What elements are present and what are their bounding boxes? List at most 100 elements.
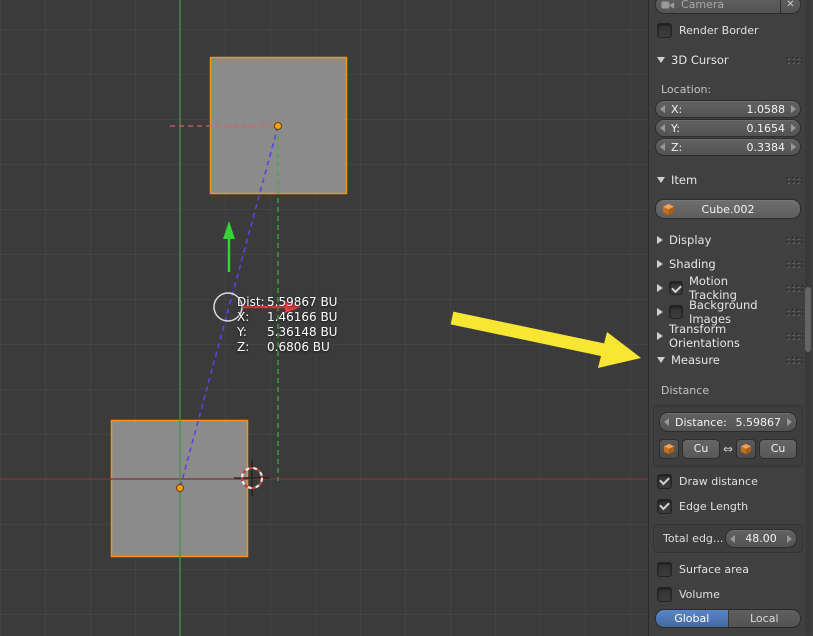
decrement-arrow-icon[interactable] — [660, 143, 665, 151]
object-name-field[interactable]: Cube.002 — [655, 199, 801, 219]
collapse-arrow-icon — [657, 357, 665, 363]
cursor-z-field[interactable]: Z: 0.3384 — [655, 138, 801, 156]
edge-length-checkbox[interactable] — [657, 498, 672, 514]
clear-camera-button[interactable]: ✕ — [780, 0, 800, 13]
panel-header-display[interactable]: Display — [657, 232, 803, 248]
panel-header-item[interactable]: Item — [657, 172, 803, 188]
field-value: 0.1654 — [746, 121, 786, 135]
readout-value: 5.36148 BU — [267, 325, 338, 339]
surface-area-checkbox[interactable] — [657, 561, 672, 577]
distance-group: Distance: 5.59867 Cu ⇔ Cu — [653, 405, 803, 467]
readout-value: 1.46166 BU — [267, 310, 338, 324]
total-edge-slider[interactable]: 48.00 — [725, 529, 797, 548]
panel-header-background-images[interactable]: Background Images — [657, 298, 803, 326]
increment-arrow-icon[interactable] — [791, 143, 796, 151]
volume-row[interactable]: Volume — [657, 586, 803, 602]
cube-icon[interactable] — [659, 438, 679, 459]
properties-sidebar: Camera ✕ Render Border 3D Cursor Locatio… — [648, 0, 813, 636]
cube-icon — [662, 203, 675, 216]
panel-grip-icon[interactable] — [785, 308, 803, 316]
location-label: Location: — [661, 83, 712, 96]
panel-grip-icon[interactable] — [785, 236, 803, 244]
decrement-arrow-icon[interactable] — [660, 105, 665, 113]
manipulator-green-arrowhead[interactable] — [223, 221, 235, 239]
volume-checkbox[interactable] — [657, 586, 672, 602]
panel-title-item: Item — [671, 173, 698, 187]
draw-distance-checkbox[interactable] — [657, 473, 672, 489]
readout-label: Dist: — [237, 295, 265, 309]
edge-length-row[interactable]: Edge Length — [657, 498, 803, 514]
panel-grip-icon[interactable] — [785, 56, 803, 64]
increment-arrow-icon[interactable] — [791, 124, 796, 132]
measure-target-a-field[interactable]: Cu — [682, 438, 720, 459]
3d-viewport[interactable]: Dist: 5.59867 BU X: 1.46166 BU Y: 5.3614… — [0, 0, 648, 636]
object-name-value: Cube.002 — [701, 202, 755, 216]
volume-label: Volume — [679, 587, 720, 601]
surface-area-label: Surface area — [679, 562, 749, 576]
panel-title-transform-orientations: Transform Orientations — [669, 322, 740, 350]
background-images-checkbox[interactable] — [669, 305, 683, 319]
ruler-readout: Dist: 5.59867 BU X: 1.46166 BU Y: 5.3614… — [237, 295, 337, 355]
field-value: 1.0588 — [746, 102, 786, 116]
origin-dot-bottom-cube[interactable] — [176, 484, 184, 492]
camera-icon — [661, 0, 675, 10]
panel-header-measure[interactable]: Measure — [657, 352, 803, 368]
cursor-x-field[interactable]: X: 1.0588 — [655, 100, 801, 118]
check-icon — [659, 474, 670, 486]
panel-header-motion-tracking[interactable]: Motion Tracking — [657, 274, 803, 302]
readout-y-row: Y: 5.36148 BU — [237, 325, 337, 340]
cube-icon[interactable] — [736, 438, 757, 459]
motion-tracking-checkbox[interactable] — [669, 281, 683, 295]
panel-grip-icon[interactable] — [785, 356, 803, 364]
collapse-arrow-icon — [657, 177, 665, 183]
sidebar-scrollbar-thumb[interactable] — [805, 287, 811, 352]
global-button[interactable]: Global — [656, 610, 728, 627]
distance-slider[interactable]: Distance: 5.59867 — [659, 412, 797, 432]
field-label: Z: — [671, 140, 683, 154]
measure-target-b-field[interactable]: Cu — [759, 438, 797, 459]
check-icon — [671, 282, 682, 293]
panel-grip-icon[interactable] — [785, 260, 803, 268]
readout-value: 5.59867 BU — [267, 295, 338, 309]
increment-arrow-icon[interactable] — [787, 418, 792, 426]
panel-title-measure: Measure — [671, 353, 720, 367]
panel-header-transform-orientations[interactable]: Transform Orientations — [657, 322, 803, 350]
field-label: Y: — [671, 121, 680, 135]
local-button[interactable]: Local — [727, 610, 800, 627]
readout-label: Z: — [237, 340, 250, 354]
readout-dist-row: Dist: 5.59867 BU — [237, 295, 337, 310]
render-border-checkbox-row[interactable]: Render Border — [657, 22, 803, 38]
expand-arrow-icon — [657, 332, 663, 340]
collapse-arrow-icon — [657, 57, 665, 63]
panel-header-shading[interactable]: Shading — [657, 256, 803, 272]
expand-arrow-icon — [657, 236, 663, 244]
distance-section-label: Distance — [661, 384, 710, 397]
surface-area-row[interactable]: Surface area — [657, 561, 803, 577]
field-value: 0.3384 — [746, 140, 786, 154]
blender-window: Dist: 5.59867 BU X: 1.46166 BU Y: 5.3614… — [0, 0, 813, 636]
swap-targets-icon[interactable]: ⇔ — [723, 442, 733, 456]
camera-field-label: Camera — [681, 0, 725, 11]
panel-grip-icon[interactable] — [785, 284, 803, 292]
panel-header-3d-cursor[interactable]: 3D Cursor — [657, 52, 803, 68]
cursor-y-field[interactable]: Y: 0.1654 — [655, 119, 801, 137]
increment-arrow-icon[interactable] — [787, 534, 792, 543]
panel-grip-icon[interactable] — [785, 332, 803, 340]
camera-object-field[interactable]: Camera ✕ — [655, 0, 801, 14]
expand-arrow-icon — [657, 308, 663, 316]
panel-grip-icon[interactable] — [785, 176, 803, 184]
decrement-arrow-icon[interactable] — [660, 124, 665, 132]
render-border-label: Render Border — [679, 23, 759, 37]
origin-dot-top-cube[interactable] — [274, 122, 282, 130]
render-border-checkbox[interactable] — [657, 22, 672, 38]
field-label: Distance: — [675, 415, 727, 429]
readout-z-row: Z: 0.6806 BU — [237, 340, 337, 355]
edge-length-label: Edge Length — [679, 499, 749, 513]
decrement-arrow-icon[interactable] — [664, 418, 669, 426]
decrement-arrow-icon[interactable] — [730, 534, 735, 543]
draw-distance-row[interactable]: Draw distance — [657, 473, 803, 489]
draw-distance-label: Draw distance — [679, 474, 758, 488]
total-edge-group: Total edg... 48.00 — [653, 524, 803, 553]
increment-arrow-icon[interactable] — [791, 105, 796, 113]
expand-arrow-icon — [657, 284, 663, 292]
